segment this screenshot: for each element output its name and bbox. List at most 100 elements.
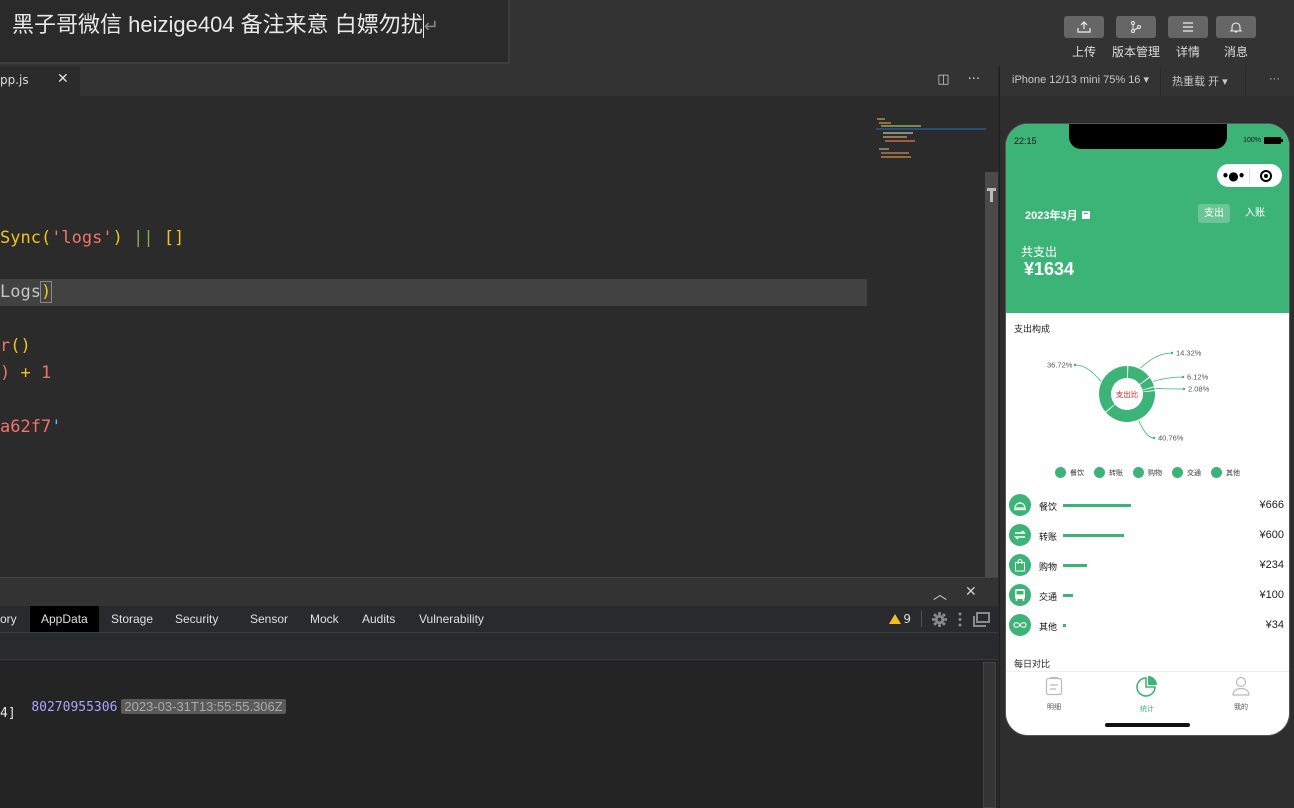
tab-statistics[interactable]: 统计 [1117,676,1177,714]
hot-reload-toggle[interactable]: 热重载 开 ▾ [1172,73,1228,89]
tab-vulnerability[interactable]: Vulnerability [408,606,495,632]
warning-counter[interactable]: 9 [889,612,911,626]
tab-memory[interactable]: ory [0,606,28,632]
upload-icon [1064,16,1104,38]
undock-icon[interactable] [973,611,990,627]
messages-button[interactable]: 消息 [1216,16,1256,60]
infinity-icon [1009,614,1031,636]
editor-actions: ◫ ··· [937,72,980,87]
simulator-more-icon[interactable]: ··· [1269,73,1280,85]
slice-label: 40.76% [1158,434,1184,443]
tab-profile[interactable]: 我的 [1211,676,1271,712]
minimap[interactable] [873,116,985,166]
status-time: 22:15 [1014,136,1037,146]
chart-legend: 餐饮 转账 购物 交通 其他 [1006,467,1289,478]
tab-storage[interactable]: Storage [100,606,164,632]
branch-icon [1116,16,1156,38]
simulator-toolbar: iPhone 12/13 mini 75% 16 ▾ 热重载 开 ▾ ··· [999,66,1294,96]
total-value: ¥1634 [1024,259,1075,279]
tab-app-js[interactable]: pp.js ✕ [0,66,80,96]
leader-line [1074,364,1102,382]
version-button[interactable]: 版本管理 [1112,16,1160,60]
tab-appdata[interactable]: AppData [30,606,99,632]
legend-item[interactable]: 购物 [1133,467,1162,478]
details-label: 详情 [1175,45,1200,59]
editor-scrollbar[interactable] [985,172,998,577]
return-glyph-icon: ↵ [423,16,439,36]
code-line: ) + 1 [0,360,51,387]
console-scrollbar[interactable] [983,662,996,808]
category-amount: ¥234 [1259,559,1284,571]
console-line: 4] [0,706,16,721]
close-miniprogram-icon[interactable] [1250,169,1282,182]
legend-swatch [1211,467,1222,478]
pie-chart-icon [1136,676,1157,697]
category-row[interactable]: 其他 ¥34 [1006,611,1289,641]
divider [921,611,922,627]
category-name: 其他 [1039,622,1058,632]
category-amount: ¥100 [1259,589,1284,601]
gear-icon[interactable] [932,611,947,627]
category-amount: ¥600 [1259,529,1284,541]
leader-line [1138,420,1155,439]
panel-header: ︿ ✕ [0,577,998,607]
code-token: Logs [0,282,41,302]
month-picker[interactable]: 2023年3月 [1025,207,1090,223]
close-icon[interactable]: ✕ [57,71,69,87]
code-token: ) [112,228,134,248]
kebab-menu-icon[interactable] [957,612,963,627]
code-token: [] [153,228,185,248]
legend-item[interactable]: 交通 [1172,467,1201,478]
more-dots-icon[interactable]: •●• [1217,169,1249,183]
slice-label: 6.12% [1187,373,1209,382]
tab-details[interactable]: 明细 [1024,676,1084,712]
tab-mock[interactable]: Mock [299,606,350,632]
tab-label: 统计 [1140,706,1154,713]
upload-label: 上传 [1071,45,1096,59]
category-row[interactable]: 购物 ¥234 [1006,551,1289,581]
code-editor[interactable]: Sync('logs') || [] Logs) r() ) + 1 a62f7… [0,96,986,576]
tab-income[interactable]: 入账 [1239,204,1271,223]
warning-icon [889,614,902,624]
legend-item[interactable]: 餐饮 [1055,467,1084,478]
legend-item[interactable]: 其他 [1211,467,1240,478]
donut-center-label: 支出比 [1116,389,1139,399]
divider [1160,66,1161,96]
tab-label: 明细 [1047,704,1061,711]
leader-dot [1181,375,1185,379]
collapse-panel-icon[interactable]: ︿ [933,584,947,604]
code-token: r [0,336,11,356]
tab-label: 我的 [1234,704,1248,711]
code-token: || [133,228,154,248]
tab-security[interactable]: Security [164,606,229,632]
donut-slice[interactable] [1099,366,1128,412]
devtools-actions: 9 [889,606,998,632]
category-amount: ¥666 [1259,499,1284,511]
tab-expense[interactable]: 支出 [1198,204,1230,223]
code-token: ' [51,417,62,437]
overlay-text-box[interactable]: 黑子哥微信 heizige404 备注来意 白嫖勿扰↵ [0,0,510,64]
details-button[interactable]: 详情 [1168,16,1208,60]
device-selector[interactable]: iPhone 12/13 mini 75% 16 ▾ [1012,73,1149,86]
tab-audits[interactable]: Audits [351,606,406,632]
list-icon [1045,676,1063,696]
category-row[interactable]: 转账 ¥600 [1006,521,1289,551]
upload-button[interactable]: 上传 [1064,16,1104,60]
category-row[interactable]: 餐饮 ¥666 [1006,491,1289,521]
category-name: 餐饮 [1039,502,1058,512]
legend-swatch [1172,467,1183,478]
slice-label: 2.08% [1188,385,1210,394]
editor-tabbar: pp.js ✕ ◫ ··· [0,66,998,96]
month-label: 2023年3月 [1025,210,1078,222]
category-row[interactable]: 交通 ¥100 [1006,581,1289,611]
tab-sensor[interactable]: Sensor [239,606,299,632]
close-panel-icon[interactable]: ✕ [965,584,977,600]
legend-swatch [1055,467,1066,478]
timestamp-badge: 2023-03-31T13:55:55.306Z [121,699,286,714]
top-toolbar: 黑子哥微信 heizige404 备注来意 白嫖勿扰↵ 上传 版本管理 详情 消… [0,0,1294,66]
code-token: () [10,336,31,356]
more-icon[interactable]: ··· [968,72,980,87]
legend-item[interactable]: 转账 [1094,467,1123,478]
phone-simulator: 22:15 100% •●• 2023年3月 支出 入账 共支出 ¥1634 支… [1006,124,1289,735]
split-editor-icon[interactable]: ◫ [937,72,949,87]
